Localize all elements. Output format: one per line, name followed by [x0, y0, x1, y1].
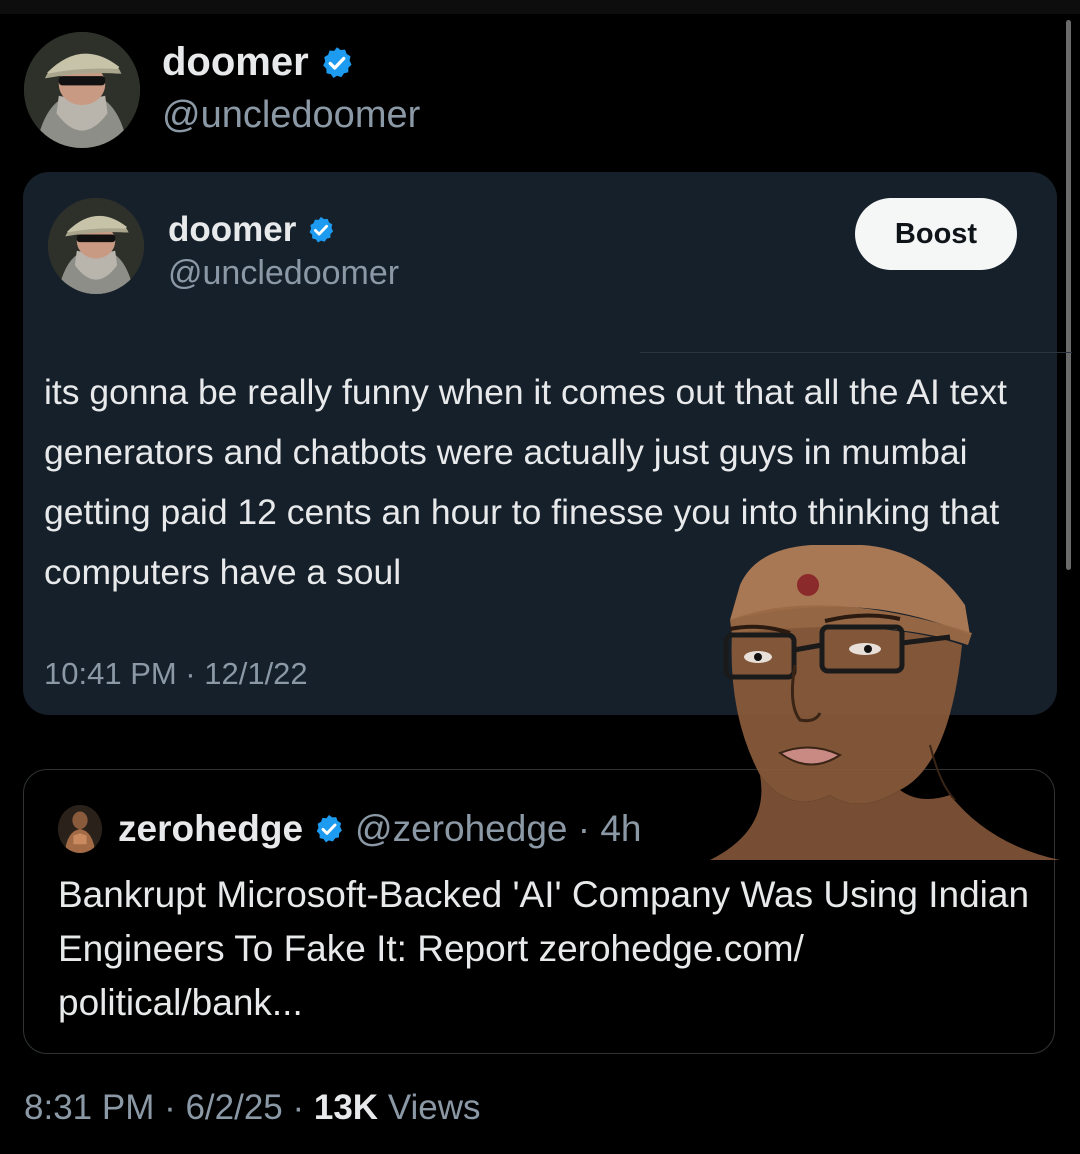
- doomer-avatar-image: [48, 198, 144, 294]
- quoted-author-avatar[interactable]: [58, 805, 102, 853]
- quoted-author-display-name[interactable]: zerohedge: [118, 808, 303, 850]
- scrollbar[interactable]: [1066, 20, 1071, 570]
- post-footer: 8:31 PM · 6/2/25 · 13K Views: [24, 1088, 481, 1128]
- doomer-avatar-image: [24, 32, 140, 148]
- verified-badge-icon: [306, 215, 336, 245]
- author-name-row: doomer: [162, 40, 355, 85]
- views-count[interactable]: 13K: [314, 1088, 378, 1127]
- views-label: Views: [378, 1088, 481, 1127]
- author-avatar[interactable]: [24, 32, 140, 148]
- embedded-author-name-row: doomer: [168, 210, 336, 250]
- quoted-author-name-row: zerohedge @zerohedge · 4h: [118, 808, 642, 850]
- author-display-name[interactable]: doomer: [162, 40, 309, 85]
- boost-button[interactable]: Boost: [855, 198, 1017, 270]
- post-time-date[interactable]: 8:31 PM · 6/2/25 ·: [24, 1088, 314, 1127]
- embedded-author-display-name[interactable]: doomer: [168, 210, 296, 250]
- verified-badge-icon: [319, 45, 355, 81]
- embedded-author-handle[interactable]: @uncledoomer: [168, 254, 399, 293]
- divider: [640, 352, 1072, 353]
- embedded-post-text: its gonna be really funny when it comes …: [44, 372, 1008, 592]
- quoted-author-handle-time[interactable]: @zerohedge · 4h: [355, 808, 641, 850]
- quoted-post-text: Bankrupt Microsoft-Backed 'AI' Company W…: [58, 874, 1030, 1023]
- top-status-bar: [0, 0, 1080, 14]
- embedded-post-timestamp[interactable]: 10:41 PM · 12/1/22: [44, 656, 308, 692]
- author-handle[interactable]: @uncledoomer: [162, 94, 420, 137]
- zerohedge-avatar-image: [58, 805, 102, 853]
- verified-badge-icon: [313, 813, 345, 845]
- embedded-author-avatar[interactable]: [48, 198, 144, 294]
